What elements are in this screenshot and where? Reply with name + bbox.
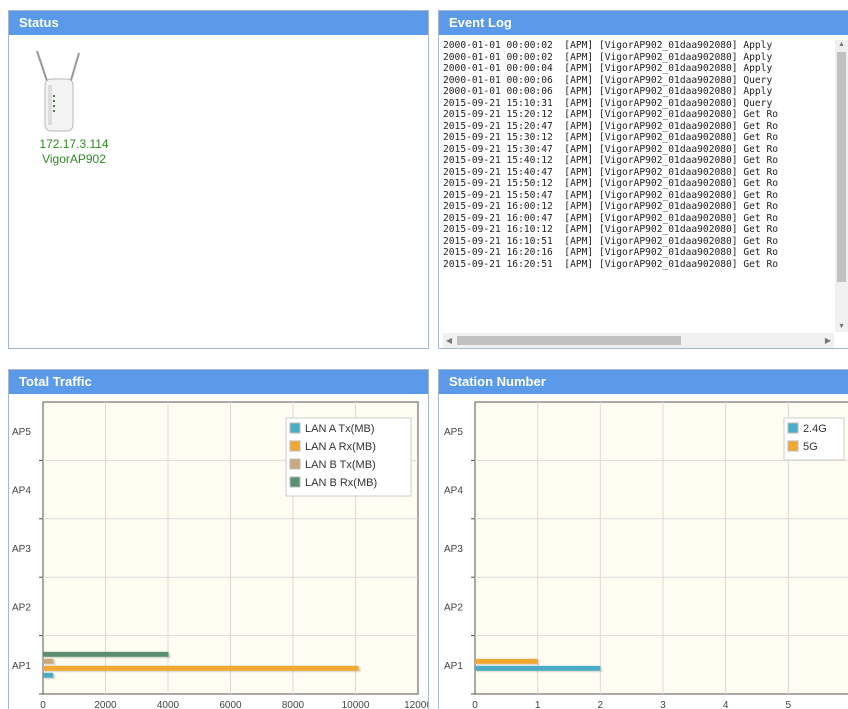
bar <box>43 658 54 664</box>
x-tick-label: 4000 <box>157 700 180 709</box>
scroll-right-icon[interactable]: ▶ <box>822 333 834 348</box>
access-point-icon <box>36 50 80 132</box>
legend-swatch <box>289 440 301 452</box>
y-tick-label: AP1 <box>444 661 463 672</box>
x-tick-label: 0 <box>40 700 46 709</box>
event-log-text[interactable]: 2000-01-01 00:00:02 [APM] [VigorAP902_01… <box>443 40 834 332</box>
legend-swatch <box>289 458 301 470</box>
x-tick-label: 2 <box>598 700 604 709</box>
log-line: 2000-01-01 00:00:02 [APM] [VigorAP902_01… <box>443 51 773 63</box>
log-line: 2015-09-21 16:20:16 [APM] [VigorAP902_01… <box>443 247 779 258</box>
x-tick-label: 0 <box>472 700 478 709</box>
y-tick-label: AP2 <box>12 602 31 613</box>
horizontal-scroll-thumb[interactable] <box>457 336 681 345</box>
bar <box>43 665 359 671</box>
legend-label: 2.4G <box>803 423 827 435</box>
station-number-chart: 0123456AP1AP2AP3AP4AP52.4G5G <box>444 401 848 709</box>
bar <box>43 672 54 678</box>
total-traffic-chart: 0 2000 4000 6000 8000 10000 12000 AP1 AP2 AP3 AP4 A… <box>12 401 429 709</box>
log-line: 2015-09-21 15:40:12 [APM] [VigorAP902_01… <box>443 155 779 166</box>
legend-label: LAN B Rx(MB) <box>305 477 377 489</box>
log-line: 2000-01-01 00:00:02 [APM] [VigorAP902_01… <box>443 40 773 51</box>
scroll-left-icon[interactable]: ◀ <box>443 333 455 348</box>
legend-swatch <box>289 476 301 488</box>
log-line: 2015-09-21 15:20:47 [APM] [VigorAP902_01… <box>443 120 779 132</box>
status-panel: Status 172.17.3.114 VigorAP902 <box>8 10 429 349</box>
y-tick-label: AP2 <box>444 602 463 613</box>
bar <box>475 658 538 664</box>
y-tick-label: AP5 <box>12 427 31 438</box>
log-line: 2015-09-21 15:20:12 [APM] [VigorAP902_01… <box>443 109 779 120</box>
log-line: 2015-09-21 16:00:12 [APM] [VigorAP902_01… <box>443 201 779 212</box>
log-line: 2000-01-01 00:00:06 [APM] [VigorAP902_01… <box>443 86 773 97</box>
x-tick-label: 4 <box>723 700 729 709</box>
log-line: 2015-09-21 15:50:12 [APM] [VigorAP902_01… <box>443 178 779 189</box>
legend-label: LAN A Tx(MB) <box>305 423 374 435</box>
y-tick-label: AP4 <box>444 486 463 497</box>
status-panel-title: Status <box>9 11 428 35</box>
event-log-title: Event Log <box>439 11 848 35</box>
legend-swatch <box>289 422 301 434</box>
y-tick-label: AP5 <box>444 427 463 438</box>
legend-swatch <box>787 440 799 452</box>
x-tick-label: 1 <box>535 700 541 709</box>
log-line: 2015-09-21 16:20:51 [APM] [VigorAP902_01… <box>443 258 779 270</box>
x-tick-label: 8000 <box>282 700 305 709</box>
log-line: 2015-09-21 15:30:12 [APM] [VigorAP902_01… <box>443 132 779 143</box>
station-number-title: Station Number <box>439 370 848 394</box>
device-ip[interactable]: 172.17.3.114 <box>19 137 129 152</box>
total-traffic-panel: Total Traffic 0 2000 4000 6000 8000 10000 1200… <box>8 369 429 709</box>
x-tick-label: 12000 <box>404 700 429 709</box>
x-tick-label: 3 <box>660 700 666 709</box>
log-line: 2015-09-21 16:00:47 [APM] [VigorAP902_01… <box>443 212 779 224</box>
vertical-scrollbar[interactable]: ▲ ▼ <box>835 40 848 332</box>
log-line: 2015-09-21 15:30:47 [APM] [VigorAP902_01… <box>443 143 779 155</box>
station-number-panel: Station Number 0123456AP1AP2AP3AP4AP52.4… <box>438 369 848 709</box>
log-line: 2000-01-01 00:00:04 [APM] [VigorAP902_01… <box>443 63 773 74</box>
event-log-box: 2000-01-01 00:00:02 [APM] [VigorAP902_01… <box>443 40 848 348</box>
scroll-down-icon[interactable]: ▼ <box>835 322 848 332</box>
legend-label: 5G <box>803 441 818 453</box>
x-tick-label: 10000 <box>342 700 370 709</box>
y-tick-label: AP1 <box>12 661 31 672</box>
y-tick-label: AP4 <box>12 486 31 497</box>
horizontal-scrollbar[interactable]: ◀ ▶ <box>443 333 834 348</box>
y-tick-label: AP3 <box>12 544 31 555</box>
y-tick-label: AP3 <box>444 544 463 555</box>
scroll-up-icon[interactable]: ▲ <box>835 40 848 50</box>
log-line: 2015-09-21 15:50:47 [APM] [VigorAP902_01… <box>443 189 779 201</box>
legend-swatch <box>787 422 799 434</box>
x-tick-label: 5 <box>786 700 792 709</box>
log-line: 2015-09-21 16:10:12 [APM] [VigorAP902_01… <box>443 224 779 235</box>
device-name[interactable]: VigorAP902 <box>19 152 129 167</box>
device-item[interactable]: 172.17.3.114 VigorAP902 <box>19 47 129 167</box>
bar <box>43 651 169 657</box>
bar <box>475 665 601 671</box>
x-tick-label: 6000 <box>219 700 242 709</box>
vertical-scroll-thumb[interactable] <box>837 52 846 282</box>
log-line: 2015-09-21 16:10:51 [APM] [VigorAP902_01… <box>443 235 779 247</box>
log-line: 2015-09-21 15:10:31 [APM] [VigorAP902_01… <box>443 97 773 109</box>
legend-label: LAN B Tx(MB) <box>305 459 376 471</box>
x-tick-label: 2000 <box>94 700 117 709</box>
legend-label: LAN A Rx(MB) <box>305 441 376 453</box>
log-line: 2000-01-01 00:00:06 [APM] [VigorAP902_01… <box>443 74 773 86</box>
event-log-panel: Event Log 2000-01-01 00:00:02 [APM] [Vig… <box>438 10 848 349</box>
log-line: 2015-09-21 15:40:47 [APM] [VigorAP902_01… <box>443 166 779 178</box>
total-traffic-title: Total Traffic <box>9 370 428 394</box>
